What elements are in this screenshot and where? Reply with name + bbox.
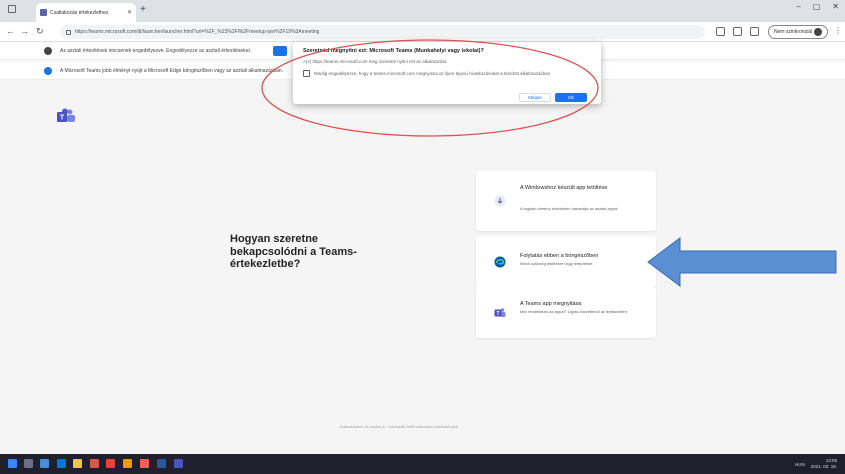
edge-browser-icon	[494, 256, 506, 267]
option-download-windows-app[interactable]: A Windowshoz készült app letöltése A leg…	[476, 171, 656, 231]
favorites-icon[interactable]	[716, 27, 725, 36]
browser-toolbar: ← → ↻ https://teams.microsoft.com/dl/lau…	[0, 22, 845, 42]
new-tab-icon[interactable]: +	[140, 4, 146, 16]
search-icon[interactable]	[24, 459, 33, 468]
option-desc: Már rendelkezik az appal? Ugrás közvetle…	[520, 309, 629, 314]
system-tray: HUN 13:05 2021. 03. 18.	[795, 458, 837, 470]
info-icon	[44, 67, 52, 75]
option-desc: Nincs szükség letöltésre vagy telepítésr…	[520, 261, 594, 266]
task-view-icon[interactable]	[40, 459, 49, 468]
option-desc: A legjobb élmény érdekében használja az …	[520, 206, 619, 211]
always-allow-row: Mindig engedélyezze, hogy a teams.micros…	[303, 70, 591, 77]
profile-label: Nem szinkronizál	[774, 29, 813, 35]
profile-button[interactable]: Nem szinkronizál	[768, 25, 828, 39]
app-icon-blue[interactable]	[157, 459, 166, 468]
window-controls: – ▢ ✕	[796, 2, 839, 11]
dialog-title: Szeretnéd megnyitni ezt: Microsoft Teams…	[303, 48, 484, 54]
close-window-icon[interactable]: ✕	[832, 2, 839, 11]
svg-text:T: T	[496, 311, 499, 317]
browser-tab-strip: Csatlakozás értekezlethez ✕ + – ▢ ✕	[0, 0, 845, 22]
page-title: Hogyan szeretne bekapcsolódni a Teams-ér…	[230, 233, 357, 270]
lock-icon	[66, 29, 71, 35]
teams-app-icon: T	[494, 307, 506, 317]
notification-text-2: A Microsoft Teams jobb élményt nyújt a M…	[60, 68, 284, 74]
start-icon[interactable]	[8, 459, 17, 468]
address-bar[interactable]: https://teams.microsoft.com/dl/launcher/…	[60, 25, 705, 39]
dialog-subtitle: A(z) https://teams.microsoft.com meg sze…	[303, 59, 448, 64]
teams-logo-icon: T	[57, 108, 75, 122]
file-explorer-icon[interactable]	[73, 459, 82, 468]
edge-taskbar-icon[interactable]	[57, 459, 66, 468]
open-app-dialog: Szeretnéd megnyitni ezt: Microsoft Teams…	[293, 42, 601, 104]
refresh-icon[interactable]: ↻	[36, 26, 44, 37]
address-text: https://teams.microsoft.com/dl/launcher/…	[75, 29, 320, 35]
minimize-icon[interactable]: –	[796, 2, 800, 11]
option-title: Folytatás ebben a böngészőben	[520, 253, 599, 259]
always-allow-label: Mindig engedélyezze, hogy a teams.micros…	[314, 71, 551, 76]
option-open-teams-app[interactable]: T A Teams app megnyitása Már rendelkezik…	[476, 287, 656, 338]
app-icon-red[interactable]	[90, 459, 99, 468]
clock-date: 2021. 03. 18.	[810, 464, 837, 469]
back-icon[interactable]: ←	[6, 26, 15, 36]
extensions-icon[interactable]	[750, 27, 759, 36]
teams-favicon-icon	[40, 9, 47, 16]
app-icon-orange[interactable]	[123, 459, 132, 468]
close-tab-icon[interactable]: ✕	[127, 9, 132, 16]
windows-taskbar: HUN 13:05 2021. 03. 18.	[0, 454, 845, 474]
more-menu-icon[interactable]: ⋮	[834, 26, 842, 35]
teams-taskbar-icon[interactable]	[174, 459, 183, 468]
clock[interactable]: 13:05 2021. 03. 18.	[811, 458, 837, 470]
svg-text:T: T	[60, 115, 65, 122]
maximize-icon[interactable]: ▢	[813, 2, 821, 11]
blue-arrow-annotation	[647, 237, 837, 287]
language-indicator[interactable]: HUN	[795, 462, 805, 467]
collections-icon[interactable]	[733, 27, 742, 36]
option-continue-in-browser[interactable]: Folytatás ebben a böngészőben Nincs szük…	[476, 236, 656, 287]
always-allow-checkbox[interactable]	[303, 70, 310, 77]
notification-text-1: Az asztali értesítések nincsenek engedél…	[60, 48, 252, 54]
app-icon-pink[interactable]	[140, 459, 149, 468]
option-title: A Teams app megnyitása	[520, 301, 582, 307]
forward-icon[interactable]: →	[20, 26, 29, 36]
chrome-icon[interactable]	[106, 459, 115, 468]
option-title: A Windowshoz készült app letöltése	[520, 185, 608, 191]
avatar	[814, 28, 822, 36]
tab-actions-icon[interactable]	[8, 5, 16, 13]
tab-title: Csatlakozás értekezlethez	[50, 9, 109, 16]
open-button[interactable]: Ok	[555, 93, 587, 102]
cancel-button[interactable]: Mégse	[519, 93, 551, 102]
footer-links[interactable]: Adatvédelem és cookie-k · Harmadik féltő…	[340, 424, 458, 429]
browser-tab[interactable]: Csatlakozás értekezlethez ✕	[36, 3, 136, 22]
download-icon	[494, 195, 506, 207]
bell-icon	[44, 47, 52, 55]
notification-action-button[interactable]	[273, 46, 287, 56]
